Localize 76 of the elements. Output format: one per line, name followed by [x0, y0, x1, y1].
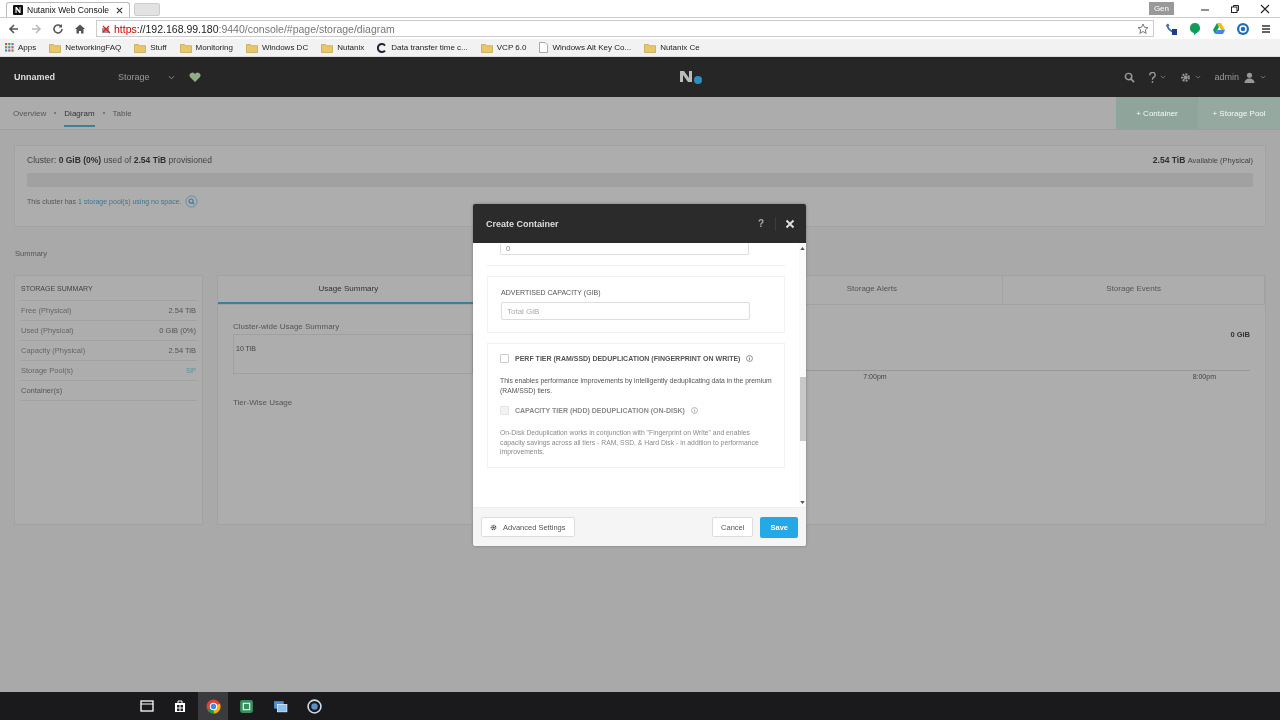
- folder-icon: [179, 42, 192, 53]
- capacity-field[interactable]: Total GiB: [501, 302, 750, 320]
- bookmark[interactable]: VCP 6.0: [480, 42, 527, 53]
- folder-icon: [644, 42, 657, 53]
- caret-icon: [1260, 75, 1266, 79]
- letter-n-icon: [13, 5, 23, 15]
- close-icon[interactable]: [1260, 3, 1270, 14]
- caret-icon: [1194, 75, 1201, 79]
- checkbox[interactable]: [500, 354, 509, 363]
- user-menu[interactable]: admin: [1214, 71, 1266, 83]
- section-dropdown[interactable]: Storage: [118, 72, 175, 82]
- back-icon[interactable]: [8, 22, 20, 35]
- dialog-title: Create Container: [486, 218, 559, 229]
- hangouts-icon[interactable]: [1188, 21, 1202, 36]
- address-bar[interactable]: https://192.168.99.180:9440/console/#page/storage/diagram: [96, 20, 1154, 37]
- cluster-usage-text: Cluster: 0 GiB (0%) used of 2.54 TiB provisioned: [27, 155, 213, 165]
- user-icon: [1244, 71, 1255, 83]
- browser-tab[interactable]: Nutanix Web Console: [6, 2, 130, 17]
- window-icon[interactable]: [140, 699, 154, 713]
- search-icon[interactable]: [1123, 71, 1135, 83]
- bookmark[interactable]: Data transfer time c...: [377, 42, 468, 53]
- folder-icon: [321, 42, 334, 53]
- remote-desktop-icon[interactable]: [273, 698, 288, 714]
- scroll-up-icon[interactable]: [800, 247, 805, 250]
- info-icon[interactable]: [746, 355, 754, 362]
- apps-grid-icon: [5, 43, 14, 52]
- cluster-name[interactable]: Unnamed: [14, 72, 104, 82]
- settings-menu[interactable]: [1179, 71, 1201, 83]
- caret-icon: [167, 74, 175, 80]
- bookmark[interactable]: Monitoring: [179, 42, 233, 53]
- chrome-icon: [205, 698, 221, 714]
- bookmark[interactable]: Stuff: [134, 42, 167, 53]
- folder-icon: [480, 42, 493, 53]
- page-icon: [539, 42, 549, 53]
- menu-icon[interactable]: [1260, 22, 1272, 35]
- restore-icon[interactable]: [1230, 3, 1240, 14]
- help-menu[interactable]: [1148, 71, 1166, 83]
- drive-icon[interactable]: [1212, 21, 1226, 36]
- settings-icon: [1179, 71, 1191, 83]
- chart-title: Tier-Wise Usage: [233, 398, 294, 407]
- help-icon: [1148, 71, 1156, 83]
- store-icon[interactable]: [173, 699, 187, 713]
- close-icon[interactable]: [116, 6, 123, 14]
- panel-tab[interactable]: Storage Events: [1003, 276, 1265, 304]
- logo-icon: [680, 70, 704, 84]
- star-icon[interactable]: [1137, 22, 1149, 35]
- bookmark[interactable]: Windows Alt Key Co...: [539, 42, 632, 53]
- bookmark[interactable]: Apps: [5, 43, 37, 52]
- user-badge: Gen: [1148, 2, 1174, 15]
- scroll-down-icon[interactable]: [800, 501, 805, 504]
- view-tab[interactable]: Diagram: [64, 99, 95, 127]
- folder-icon: [245, 42, 258, 53]
- network-app-icon[interactable]: [239, 698, 254, 714]
- folder-icon: [49, 42, 62, 53]
- taskbar-item[interactable]: [198, 692, 228, 720]
- bookmark[interactable]: Nutanix Ce: [644, 42, 700, 53]
- reload-icon[interactable]: [52, 22, 64, 35]
- gear-icon: [490, 523, 497, 531]
- heart-health-icon[interactable]: [188, 71, 201, 83]
- c-logo-icon: [377, 42, 388, 53]
- view-tab[interactable]: Overview: [13, 108, 47, 118]
- phone-extension-icon[interactable]: [1164, 21, 1178, 36]
- caret-icon: [1159, 75, 1166, 79]
- chart-title: Cluster-wide Usage Summary: [233, 322, 341, 331]
- bookmark[interactable]: Windows DC: [245, 42, 309, 53]
- insecure-lock-icon: [101, 23, 111, 34]
- view-tab[interactable]: Table: [112, 108, 132, 118]
- bookmark[interactable]: NetworkingFAQ: [49, 42, 122, 53]
- input-field[interactable]: 0: [500, 243, 749, 255]
- home-icon[interactable]: [74, 22, 86, 35]
- help-button[interactable]: ?: [755, 218, 766, 229]
- sync-icon[interactable]: [1236, 21, 1250, 36]
- bookmark[interactable]: Nutanix: [321, 42, 365, 53]
- scrollbar-thumb[interactable]: [799, 377, 806, 441]
- circle-app-icon[interactable]: [307, 698, 322, 714]
- folder-icon: [134, 42, 147, 53]
